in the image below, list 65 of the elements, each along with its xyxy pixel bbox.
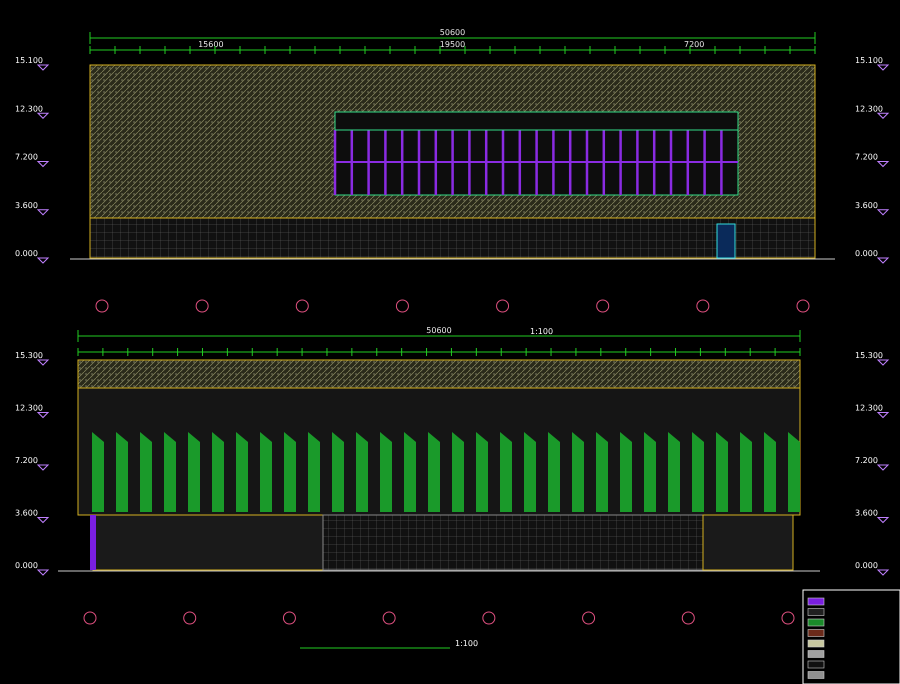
level-label: 7.200: [855, 456, 878, 465]
axis-bubble-icon: [396, 300, 409, 312]
column: [90, 515, 96, 570]
axis-bubble-icon: [496, 300, 510, 312]
level-label: 3.600: [15, 200, 38, 210]
door: [716, 224, 736, 258]
level-marker-icon: [36, 209, 50, 216]
dimension-text: 15600: [198, 40, 224, 49]
level-marker-icon: [876, 464, 890, 471]
level-marker-icon: [876, 360, 890, 366]
level-label: 15.300: [15, 351, 43, 360]
dimension-text: 50600: [440, 28, 466, 37]
level-label: 0.000: [855, 561, 878, 570]
level-marker-icon: [876, 112, 890, 119]
level-marker-icon: [36, 517, 50, 524]
level-marker-icon: [876, 209, 890, 216]
level-label: 12.300: [15, 104, 43, 114]
axis-bubble-icon: [482, 612, 496, 624]
axis-bubble-icon: [84, 612, 96, 624]
scale-label: 1:100: [530, 327, 554, 336]
axis-bubble-icon: [582, 612, 596, 624]
level-marker-icon: [876, 412, 890, 418]
axis-bubble-icon: [282, 612, 296, 624]
axis-bubble-icon: [782, 612, 794, 624]
level-label: 12.300: [15, 404, 43, 412]
axis-bubble-icon: [296, 300, 309, 312]
level-marker-icon: [36, 64, 50, 71]
level-marker-icon: [36, 570, 50, 576]
level-marker-icon: [876, 258, 890, 264]
axis-bubble-icon: [96, 300, 108, 312]
level-marker-icon: [876, 570, 890, 576]
dimension-text: 7200: [684, 40, 704, 49]
axis-bubble-icon: [196, 300, 209, 312]
axis-bubble-icon: [382, 612, 396, 624]
level-label: 3.600: [15, 508, 38, 518]
level-marker-icon: [876, 517, 890, 524]
level-marker-icon: [36, 464, 50, 471]
level-label: 0.000: [15, 561, 38, 570]
level-marker-icon: [876, 64, 890, 71]
level-label: 0.000: [855, 249, 878, 258]
dimension-text: 50600: [426, 326, 452, 335]
scale-label: 1:100: [455, 639, 478, 648]
level-marker-icon: [36, 258, 50, 264]
axis-bubble-icon: [696, 300, 710, 312]
level-marker-icon: [36, 112, 50, 119]
level-label: 7.200: [15, 152, 38, 162]
axis-bubble-icon: [183, 612, 196, 624]
level-label: 3.600: [855, 200, 878, 210]
axis-bubble-icon: [682, 612, 695, 624]
axis-bubble-icon: [596, 300, 610, 312]
level-marker-icon: [36, 412, 50, 418]
level-marker-icon: [36, 360, 50, 366]
level-label: 7.200: [855, 152, 878, 162]
axis-bubble-icon: [796, 300, 810, 312]
level-label: 12.300: [855, 404, 883, 412]
level-marker-icon: [36, 161, 50, 168]
level-label: 15.100: [15, 56, 43, 65]
level-label: 15.100: [855, 56, 883, 65]
level-label: 3.600: [855, 508, 878, 518]
level-marker-icon: [876, 161, 890, 168]
dimension-text: 19500: [440, 40, 466, 49]
level-label: 0.000: [15, 249, 38, 258]
level-label: 15.300: [855, 351, 883, 360]
level-label: 7.200: [15, 456, 38, 465]
level-label: 12.300: [855, 104, 883, 114]
